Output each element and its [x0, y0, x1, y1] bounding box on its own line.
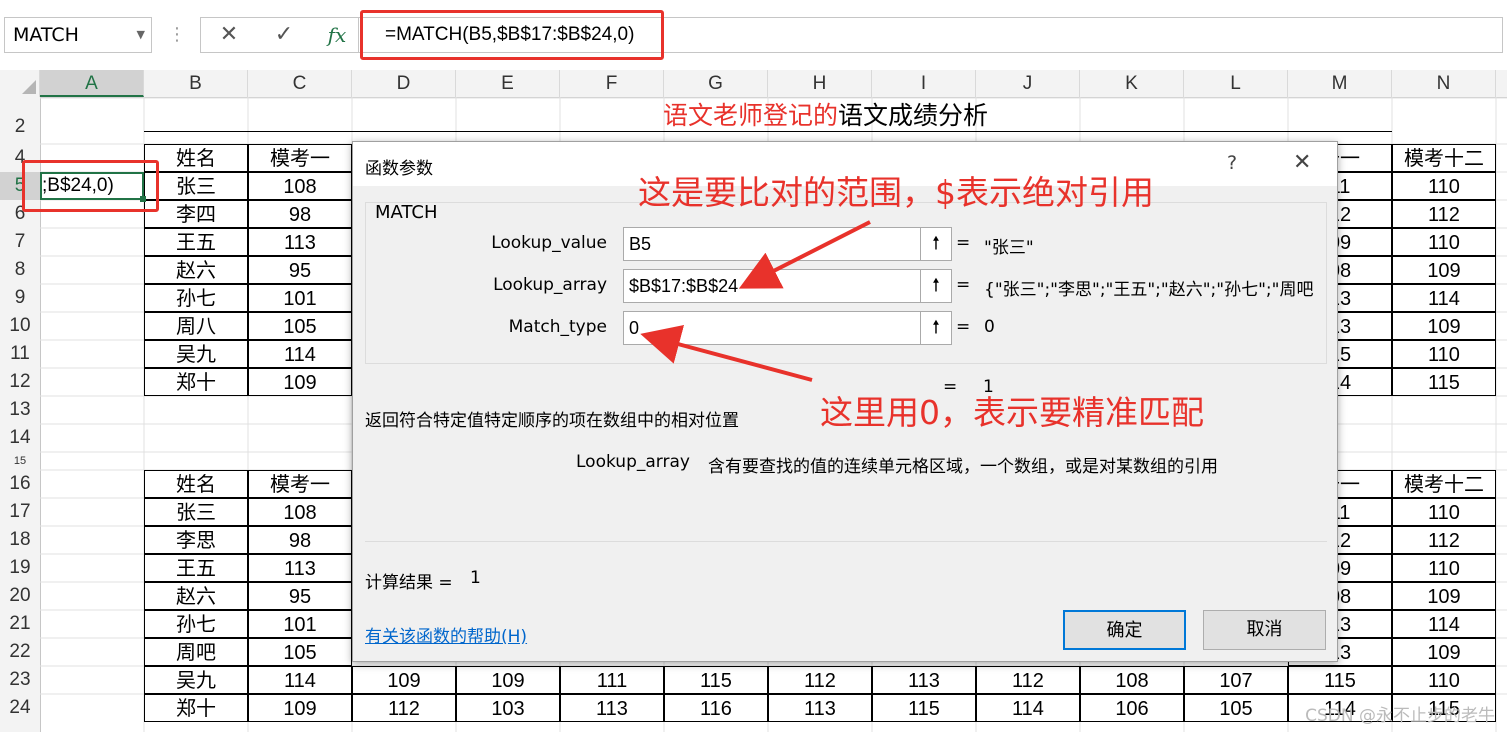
annotation-arrows [640, 220, 871, 382]
range-arrow [738, 220, 871, 289]
match-arrow [640, 324, 813, 382]
watermark: CSDN @永不止步的老牛 [1305, 706, 1495, 726]
